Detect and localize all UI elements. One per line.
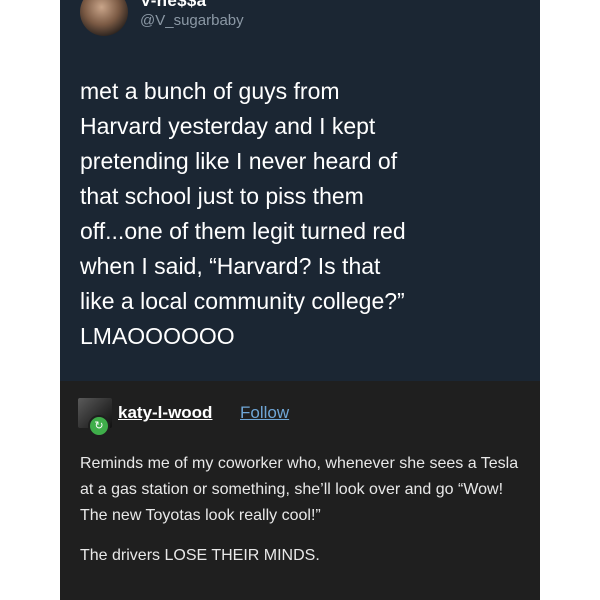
reblog-paragraph: The drivers LOSE THEIR MINDS. bbox=[80, 547, 320, 564]
tweet-avatar[interactable] bbox=[80, 0, 128, 36]
tweet-card: V-ne$$a @V_sugarbaby met a bunch of guys… bbox=[60, 0, 540, 381]
tweet-text: met a bunch of guys from Harvard yesterd… bbox=[80, 78, 406, 349]
tweet-handle[interactable]: @V_sugarbaby bbox=[140, 12, 244, 29]
screenshot-frame: V-ne$$a @V_sugarbaby met a bunch of guys… bbox=[60, 0, 540, 600]
reblog-username-link[interactable]: katy-l-wood bbox=[118, 403, 212, 423]
reblog-post: ↻ katy-l-wood Follow Reminds me of my co… bbox=[60, 381, 540, 600]
reblog-body: Reminds me of my coworker who, whenever … bbox=[80, 451, 520, 583]
follow-link[interactable]: Follow bbox=[240, 403, 289, 423]
tweet-display-name[interactable]: V-ne$$a bbox=[140, 0, 206, 11]
reblog-paragraph: Reminds me of my coworker who, whenever … bbox=[80, 455, 519, 524]
reblog-icon: ↻ bbox=[88, 415, 110, 437]
